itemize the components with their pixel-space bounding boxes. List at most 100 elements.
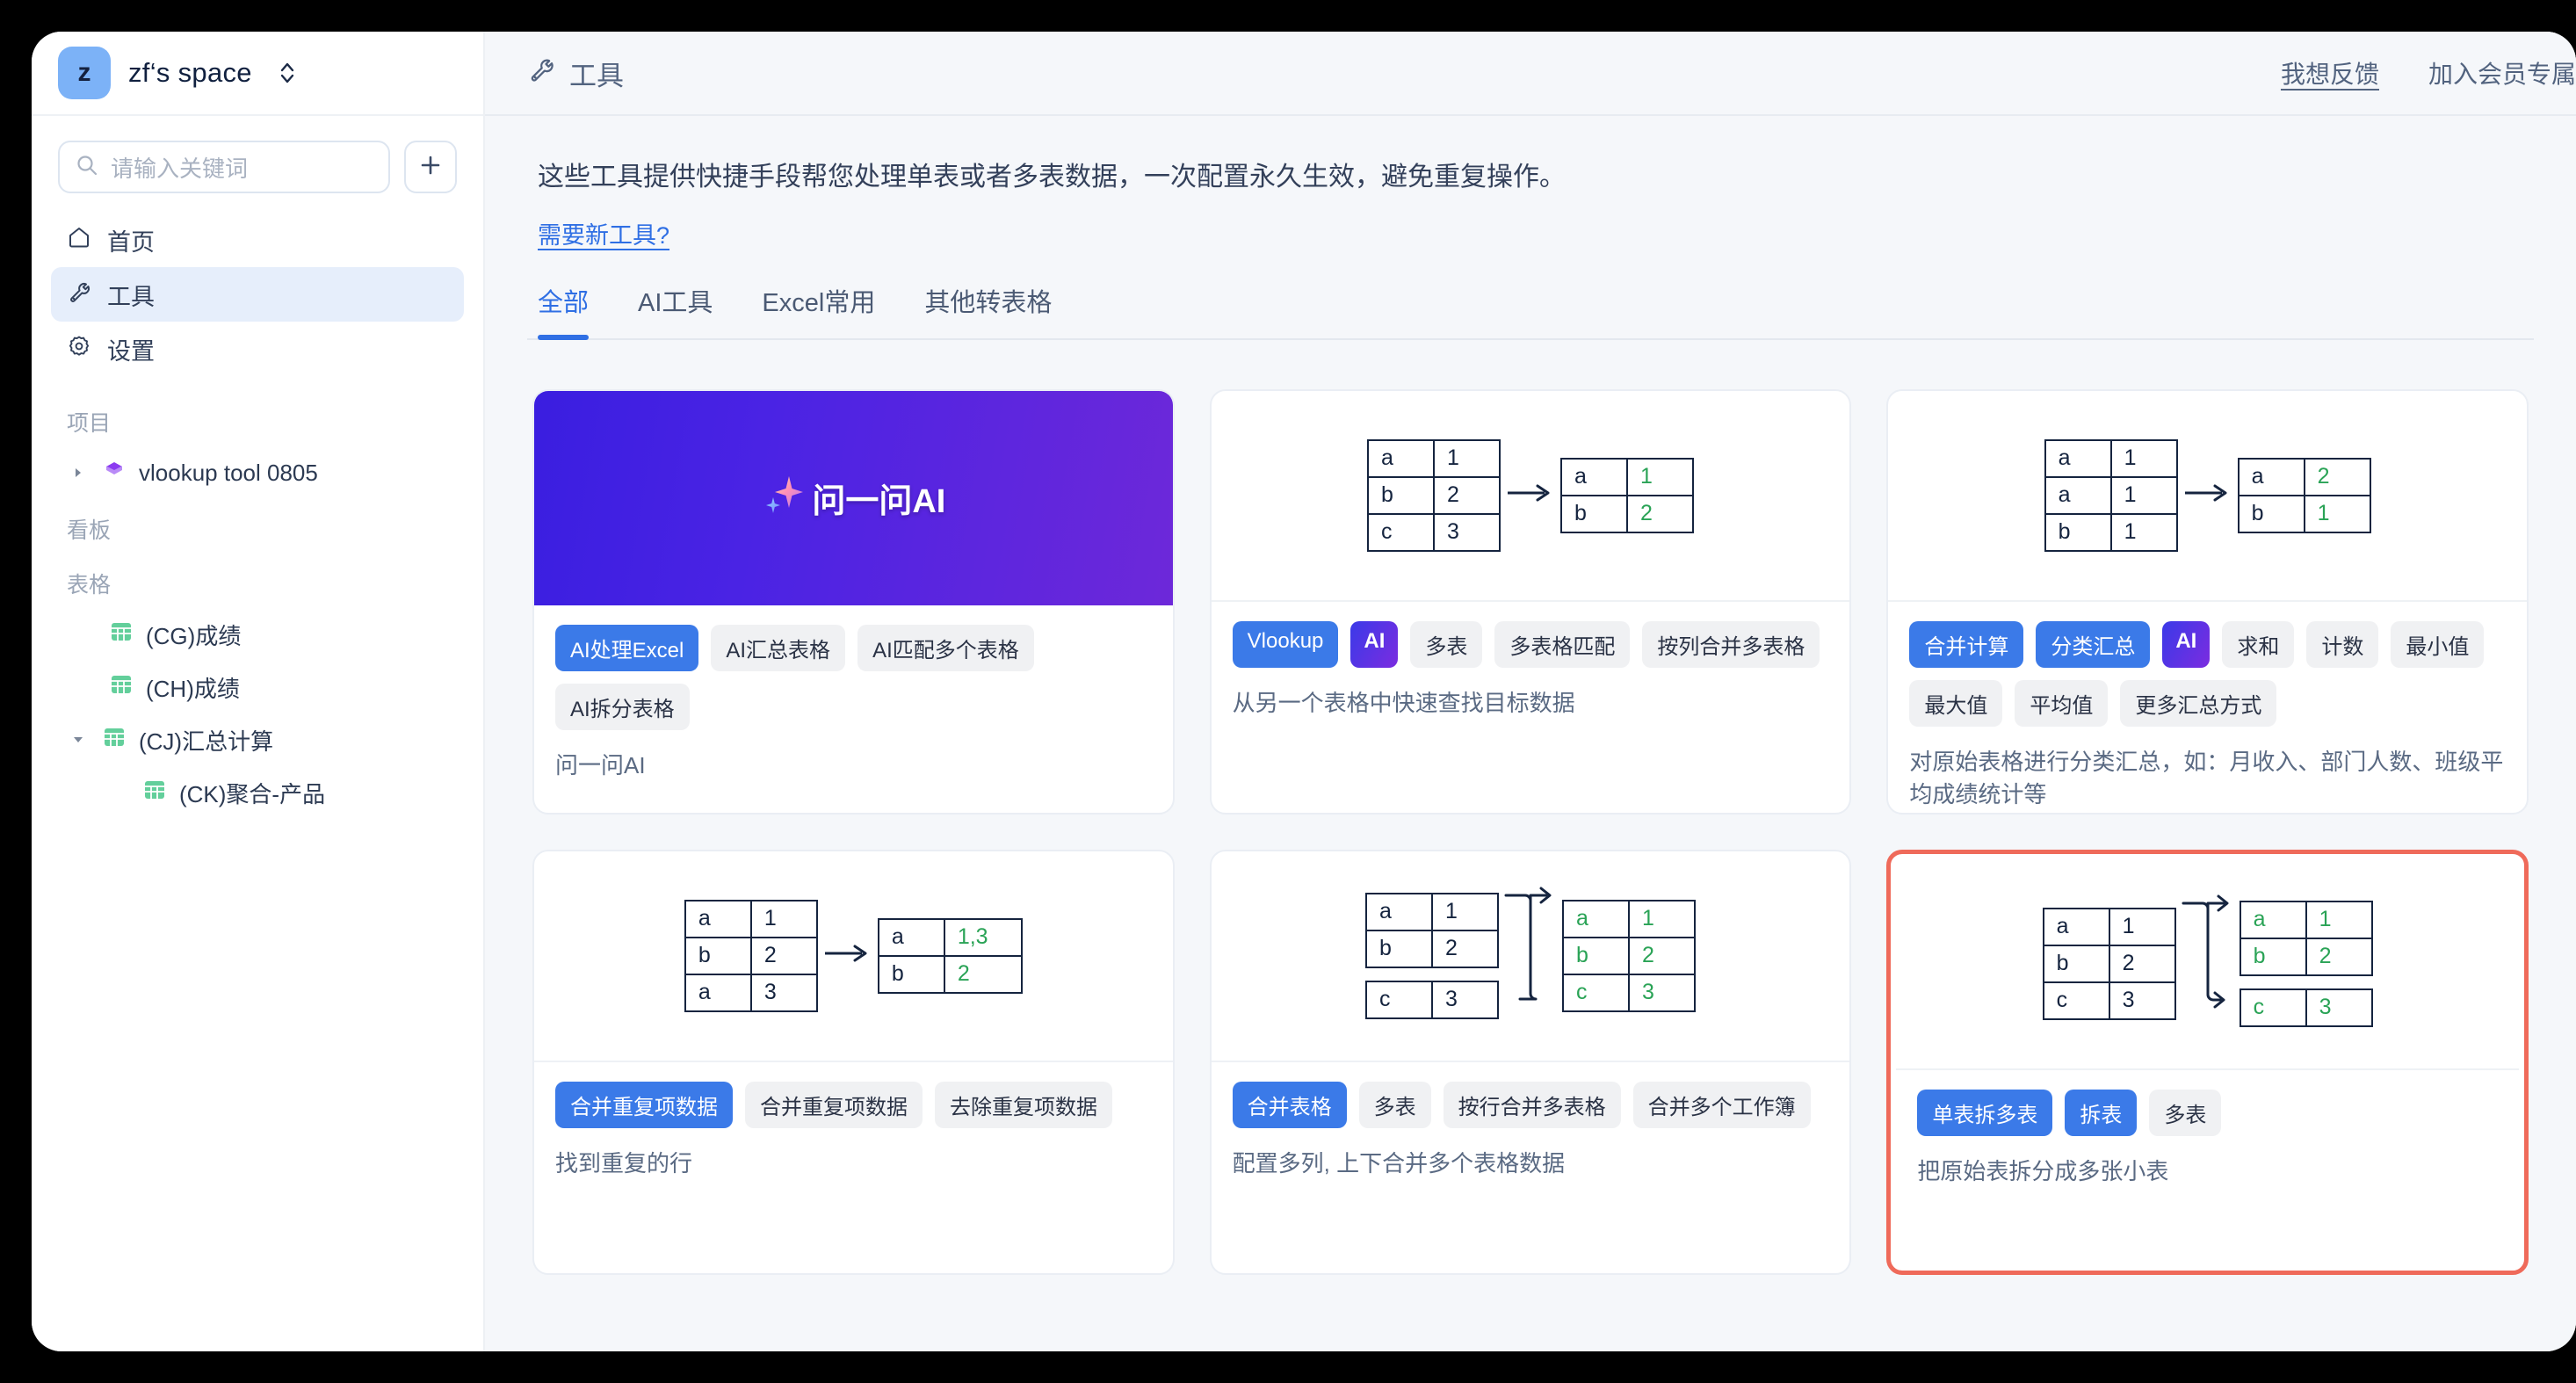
card-hero-title: 问一问AI [812,483,946,520]
pill[interactable]: AI匹配多个表格 [857,624,1034,671]
source-table: a1 a1 b1 [2044,438,2178,552]
tree-section-tables: 表格 [67,573,112,597]
card-figure: a1 b2 c3 a1 b2 [1211,391,1850,602]
cell: 1 [1625,457,1694,496]
wrench-icon [527,55,555,91]
cell: a [1366,438,1435,478]
workspace-name: zf‘s space [128,57,252,88]
search-placeholder: 请输入关键词 [111,155,249,182]
pill[interactable]: 分类汇总 [2036,620,2151,668]
tree-item-table-cg[interactable]: (CG)成绩 [51,608,464,661]
pill[interactable]: 去除重复项数据 [935,1081,1112,1128]
card-pills: 合并重复项数据 合并重复项数据 去除重复项数据 [555,1081,1152,1128]
pill-ai[interactable]: AI [2162,620,2211,668]
card-body: 合并重复项数据 合并重复项数据 去除重复项数据 找到重复的行 [534,1062,1173,1273]
pill[interactable]: 更多汇总方式 [2120,679,2277,727]
cell: c [1561,973,1630,1012]
pill[interactable]: 按列合并多表格 [1642,620,1820,668]
add-button[interactable] [404,141,457,193]
tree-item-label: vlookup tool 0805 [139,459,318,486]
tool-card-vlookup[interactable]: a1 b2 c3 a1 b2 Vlookup AI 多表 多表格匹配 按列合并多… [1209,388,1852,815]
grid-icon [109,619,134,650]
card-pills: 合并表格 多表 按行合并多表格 合并多个工作簿 [1232,1081,1829,1128]
pill[interactable]: 单表拆多表 [1917,1089,2053,1136]
member-link[interactable]: 加入会员专属 [2428,55,2576,91]
need-new-tool-link[interactable]: 需要新工具? [538,216,669,250]
card-pills: Vlookup AI 多表 多表格匹配 按列合并多表格 [1232,620,1829,668]
tree-item-table-ch[interactable]: (CH)成绩 [51,661,464,713]
cell: c [2239,988,2307,1027]
table-split-diagram: a1 b2 c3 a 1 b 2 c 3 [2042,891,2373,1036]
card-body: 合并表格 多表 按行合并多表格 合并多个工作簿 配置多列, 上下合并多个表格数据 [1212,1062,1850,1273]
search-input[interactable]: 请输入关键词 [58,141,390,193]
cell: 2 [749,936,818,975]
avatar: z [58,47,111,99]
pill[interactable]: 求和 [2222,620,2295,668]
pill[interactable]: 按行合并多表格 [1443,1081,1621,1128]
card-pills: 合并计算 分类汇总 AI 求和 计数 最小值 最大值 平均值 更多汇总方式 [1909,620,2506,727]
tree-item-table-ck[interactable]: (CK)聚合-产品 [51,766,464,819]
pill[interactable]: Vlookup [1232,620,1339,668]
tool-card-split-table[interactable]: a1 b2 c3 a 1 b 2 c 3 单表拆多表 拆表 多表 把原始表拆分成… [1886,849,2529,1275]
sidebar-item-home[interactable]: 首页 [51,213,464,267]
pill[interactable]: 最小值 [2391,620,2485,668]
sidebar-search-row: 请输入关键词 [32,116,483,209]
table-transform-diagram: a1 b2 a3 a 1,3 b2 [684,899,1023,1012]
tree-item-table-cj[interactable]: (CJ)汇总计算 [51,713,464,766]
chevron-right-icon[interactable] [67,466,90,480]
cell: 1 [1430,892,1499,931]
workspace-switcher[interactable]: z zf‘s space [32,32,483,116]
chevron-down-icon[interactable] [67,733,90,747]
tab-excel-common[interactable]: Excel常用 [762,282,875,338]
pill[interactable]: 多表 [1410,620,1483,668]
pill[interactable]: 多表格匹配 [1494,620,1631,668]
tree-section-board: 看板 [67,518,112,543]
cell: 1 [2109,438,2178,478]
pill[interactable]: 多表 [2149,1089,2222,1136]
card-description: 从另一个表格中快速查找目标数据 [1232,689,1575,716]
topbar-actions: 我想反馈 加入会员专属 [2281,55,2576,91]
pill[interactable]: AI拆分表格 [555,683,690,730]
cell: 3 [749,973,818,1012]
cell: 3 [2108,981,2176,1020]
result-table-bottom: c3 [2239,988,2373,1027]
pill-ai[interactable]: AI [1350,620,1399,668]
pill[interactable]: 拆表 [2065,1089,2138,1136]
tool-card-ask-ai[interactable]: 问一问AI AI处理Excel AI汇总表格 AI匹配多个表格 AI拆分表格 问… [532,388,1175,815]
feedback-link[interactable]: 我想反馈 [2281,55,2379,91]
tree-item-project[interactable]: vlookup tool 0805 [51,446,464,499]
pill[interactable]: 计数 [2306,620,2379,668]
pill[interactable]: 多表 [1358,1081,1431,1128]
tab-other-to-table[interactable]: 其他转表格 [924,282,1052,338]
pill[interactable]: AI汇总表格 [711,624,846,671]
sidebar-item-settings[interactable]: 设置 [51,322,464,376]
cell: a [2042,907,2110,946]
cell: b [2239,937,2307,976]
cell: 2 [1625,494,1694,533]
sidebar-item-tools[interactable]: 工具 [51,267,464,322]
tree-item-label: (CG)成绩 [146,622,242,649]
pill[interactable]: 合并多个工作簿 [1632,1081,1811,1128]
pill[interactable]: AI处理Excel [555,624,699,671]
cell: a [1559,457,1628,496]
pill[interactable]: 平均值 [2015,679,2109,727]
card-description: 把原始表拆分成多张小表 [1917,1157,2169,1184]
cell: 1,3 [943,917,1023,957]
pill[interactable]: 合并重复项数据 [745,1081,923,1128]
wrench-icon [67,279,91,310]
tree-item-label: (CJ)汇总计算 [139,728,274,755]
pill[interactable]: 最大值 [1909,679,2003,727]
topbar: 工具 我想反馈 加入会员专属 [485,32,2576,116]
card-pills: 单表拆多表 拆表 多表 [1917,1089,2498,1136]
sidebar-item-label: 首页 [107,228,155,256]
card-figure: a1 b2 c3 a 1 b 2 c 3 [1211,851,1850,1062]
tool-card-merge-tables[interactable]: a1 b2 c3 a 1 b 2 c 3 合并表格 多表 按行合并多表格 合并多… [1209,849,1852,1275]
tab-ai-tools[interactable]: AI工具 [638,282,713,338]
pill[interactable]: 合并表格 [1232,1081,1347,1128]
pill[interactable]: 合并计算 [1909,620,2024,668]
tool-card-merge-duplicates[interactable]: a1 b2 a3 a 1,3 b2 合并重复项数据 合并重复项数据 去除重复项数… [532,849,1175,1275]
tab-all[interactable]: 全部 [538,282,590,340]
cell: a [684,973,752,1012]
pill[interactable]: 合并重复项数据 [555,1081,733,1128]
tool-card-consolidate[interactable]: a1 a1 b1 a2 b1 合并计算 分类汇总 AI 求和 计数 最小值 最大… [1886,388,2529,815]
